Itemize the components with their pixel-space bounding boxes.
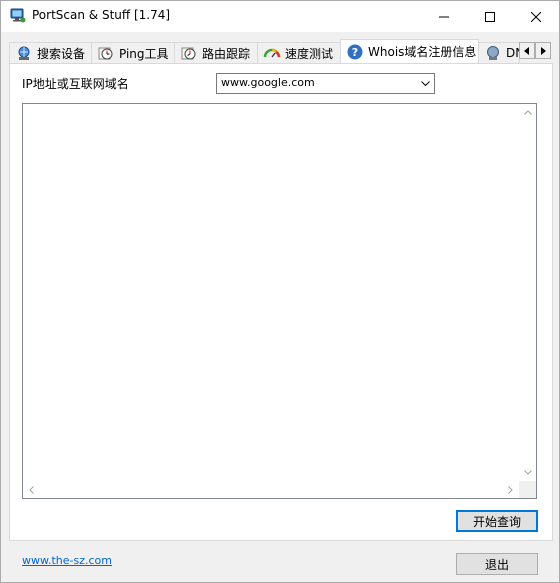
arrow-left-icon: [524, 44, 530, 58]
scroll-left-icon[interactable]: [23, 481, 40, 498]
tab-label: 搜索设备: [37, 46, 86, 61]
tab-whois[interactable]: ? Whois域名注册信息: [340, 39, 479, 63]
window-title: PortScan & Stuff [1.74]: [32, 8, 171, 22]
maximize-button[interactable]: [467, 1, 513, 32]
monitor-network-icon: [10, 8, 26, 24]
scroll-right-icon[interactable]: [502, 481, 519, 498]
close-button[interactable]: [513, 1, 559, 32]
start-query-button[interactable]: 开始查询: [456, 510, 538, 532]
ip-domain-label: IP地址或互联网域名: [22, 77, 129, 91]
tab-label: 速度测试: [285, 46, 334, 61]
scroll-up-icon[interactable]: [519, 104, 536, 121]
close-icon: [531, 11, 541, 22]
tab-scroll-right-button[interactable]: [535, 42, 551, 59]
scroll-down-icon[interactable]: [519, 464, 536, 481]
traceroute-clock-icon: [180, 45, 198, 61]
arrow-right-icon: [540, 44, 546, 58]
tab-label: 路由跟踪: [202, 46, 251, 61]
speedometer-icon: [263, 45, 281, 61]
tab-traceroute[interactable]: 路由跟踪: [174, 42, 258, 63]
minimize-icon: [439, 12, 449, 22]
minimize-button[interactable]: [421, 1, 467, 32]
app-window: PortScan & Stuff [1.74] 搜索设备 Ping工具 路由跟踪…: [0, 0, 560, 583]
exit-button[interactable]: 退出: [456, 553, 538, 575]
svg-text:?: ?: [352, 46, 358, 59]
network-search-icon: [15, 45, 33, 61]
title-bar[interactable]: PortScan & Stuff [1.74]: [1, 1, 559, 32]
chevron-down-icon[interactable]: [417, 74, 434, 93]
tab-label: Whois域名注册信息: [368, 45, 477, 59]
question-icon: ?: [346, 44, 364, 60]
website-link[interactable]: www.the-sz.com: [22, 554, 112, 567]
tab-strip: 搜索设备 Ping工具 路由跟踪 速度测试 ? Whois域名注册信息 D: [9, 39, 553, 63]
vertical-scrollbar[interactable]: [519, 104, 536, 481]
scrollbar-corner: [519, 481, 536, 498]
dns-monitor-icon: [484, 45, 502, 61]
tab-label: DN: [506, 46, 519, 60]
tab-dns[interactable]: DN: [478, 42, 520, 63]
whois-result-textarea[interactable]: [22, 103, 537, 499]
horizontal-scrollbar[interactable]: [23, 481, 519, 498]
tab-search-devices[interactable]: 搜索设备: [9, 42, 92, 63]
domain-combobox[interactable]: www.google.com: [216, 73, 435, 94]
domain-value[interactable]: www.google.com: [221, 76, 315, 89]
tab-label: Ping工具: [119, 46, 169, 61]
tab-scroll-left-button[interactable]: [519, 42, 535, 59]
ping-clock-icon: [97, 45, 115, 61]
tab-speed-test[interactable]: 速度测试: [257, 42, 341, 63]
maximize-icon: [485, 11, 495, 22]
tab-ping[interactable]: Ping工具: [91, 42, 175, 63]
